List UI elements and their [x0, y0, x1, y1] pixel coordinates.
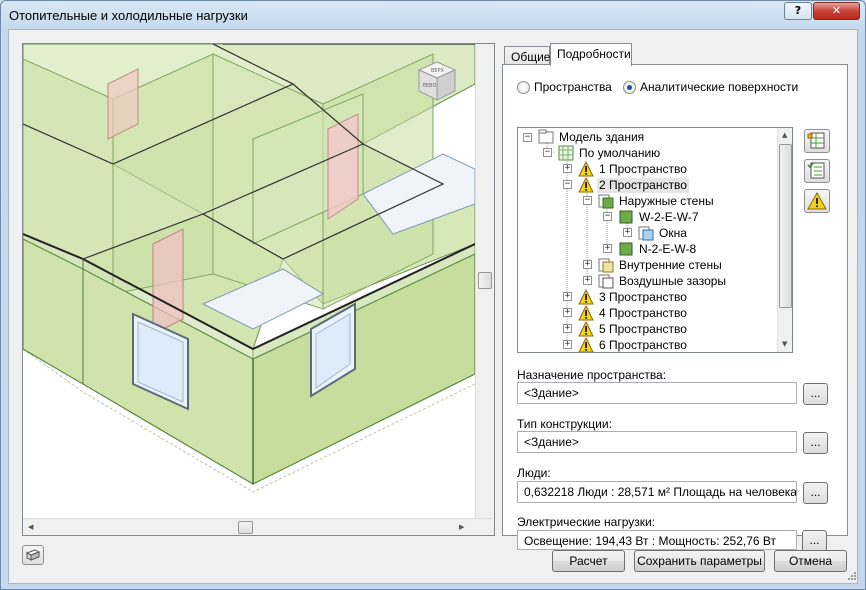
tree-item-wall-w2ew7[interactable]: W-2-E-W-7	[618, 209, 701, 225]
tree-collapse-toggle[interactable]: −	[523, 133, 532, 142]
viewport-vertical-scrollbar[interactable]	[475, 44, 494, 521]
warning-icon	[578, 321, 594, 337]
cancel-button[interactable]: Отмена	[774, 550, 847, 572]
view-cube-side-label: ЛЕВО	[422, 83, 436, 89]
warning-icon	[578, 305, 594, 321]
building-model-image	[23, 44, 475, 518]
space-purpose-field[interactable]: <Здание>	[517, 382, 797, 404]
radio-surfaces-label: Аналитические поверхности	[640, 80, 799, 94]
people-browse-button[interactable]: ...	[803, 482, 828, 504]
tree-collapse-toggle[interactable]: −	[583, 196, 592, 205]
tree-vertical-scrollbar[interactable]: ▲ ▼	[777, 128, 792, 352]
tree-vscroll-thumb[interactable]	[779, 144, 792, 308]
properties-grid-icon	[807, 132, 825, 149]
check-list-button[interactable]	[804, 159, 830, 183]
tree-expand-toggle[interactable]: +	[583, 260, 592, 269]
tree-expand-toggle[interactable]: +	[563, 308, 572, 317]
tab-general[interactable]: Общие	[504, 46, 550, 66]
folder-icon	[538, 129, 554, 144]
construction-type-label: Тип конструкции:	[517, 417, 612, 431]
warning-icon	[578, 177, 594, 193]
radio-surfaces-option[interactable]: Аналитические поверхности	[623, 79, 798, 95]
viewport-hscroll-thumb[interactable]	[238, 521, 253, 534]
save-settings-button[interactable]: Сохранить параметры	[634, 550, 765, 572]
view-mode-button[interactable]	[22, 545, 44, 565]
tree-item-building-model[interactable]: Модель здания	[538, 129, 646, 145]
calculate-button[interactable]: Расчет	[552, 550, 625, 572]
scroll-right-arrow-icon[interactable]: ▶	[459, 523, 464, 531]
tree-expand-toggle[interactable]: +	[583, 276, 592, 285]
help-button[interactable]: ?	[784, 2, 812, 20]
radio-spaces[interactable]	[517, 80, 530, 94]
tree-item-windows[interactable]: Окна	[638, 225, 689, 241]
title-bar[interactable]: Отопительные и холодильные нагрузки ? ✕	[1, 1, 865, 29]
tree-item-space-3[interactable]: 3 Пространство	[578, 289, 689, 305]
checklist-icon	[807, 162, 825, 179]
dialog-client-area: ВЕРХ ЛЕВО ◀ ▶ Общие Подробности Простран…	[8, 29, 858, 584]
view-cube-navigator[interactable]: ВЕРХ ЛЕВО	[415, 60, 459, 104]
warning-icon	[578, 289, 594, 305]
wall-surface-icon	[619, 242, 633, 256]
tree-collapse-toggle[interactable]: −	[563, 180, 572, 189]
tree-item-space-6[interactable]: 6 Пространство	[578, 337, 689, 352]
radio-surfaces[interactable]	[623, 80, 636, 94]
electrical-loads-label: Электрические нагрузки:	[517, 515, 656, 529]
show-warnings-button[interactable]	[804, 189, 830, 213]
tree-expand-toggle[interactable]: +	[563, 340, 572, 349]
tree-item-space-1[interactable]: 1 Пространство	[578, 161, 689, 177]
building-model-tree[interactable]: − Модель здания − По умолчанию + 1 Прост…	[517, 127, 793, 353]
viewport-horizontal-scrollbar[interactable]: ◀ ▶	[23, 518, 494, 535]
details-tab-panel: Пространства Аналитические поверхности −…	[502, 64, 848, 550]
tree-item-space-2[interactable]: 2 Пространство	[578, 177, 689, 193]
warning-icon	[807, 191, 827, 210]
warning-icon	[578, 161, 594, 177]
wall-group-icon	[598, 258, 614, 273]
building-3d-viewport[interactable]: ВЕРХ ЛЕВО ◀ ▶	[22, 43, 495, 536]
3d-box-icon	[25, 549, 41, 561]
electrical-loads-field[interactable]: Освещение: 194,43 Вт : Мощность: 252,76 …	[517, 530, 797, 550]
wall-group-icon	[598, 194, 614, 209]
tree-collapse-toggle[interactable]: −	[603, 212, 612, 221]
radio-spaces-label: Пространства	[534, 80, 612, 94]
tree-expand-toggle[interactable]: +	[563, 292, 572, 301]
construction-type-field[interactable]: <Здание>	[517, 431, 797, 453]
tree-item-space-5[interactable]: 5 Пространство	[578, 321, 689, 337]
grid-layer-icon	[558, 145, 574, 161]
space-purpose-browse-button[interactable]: ...	[803, 383, 828, 405]
air-gap-group-icon	[598, 274, 614, 289]
view-cube-top-label: ВЕРХ	[431, 68, 445, 74]
viewport-vscroll-thumb[interactable]	[478, 272, 492, 289]
tab-details[interactable]: Подробности	[550, 43, 632, 66]
construction-type-browse-button[interactable]: ...	[803, 432, 828, 454]
window-group-icon	[638, 226, 654, 241]
tree-item-space-4[interactable]: 4 Пространство	[578, 305, 689, 321]
tree-item-air-gaps[interactable]: Воздушные зазоры	[598, 273, 728, 289]
tree-expand-toggle[interactable]: +	[603, 244, 612, 253]
scroll-up-arrow-icon[interactable]: ▲	[782, 131, 787, 139]
tree-item-interior-walls[interactable]: Внутренние стены	[598, 257, 724, 273]
tree-expand-toggle[interactable]: +	[563, 164, 572, 173]
tree-expand-toggle[interactable]: +	[623, 228, 632, 237]
close-button[interactable]: ✕	[813, 2, 860, 20]
tree-item-wall-n2ew8[interactable]: N-2-E-W-8	[618, 241, 698, 257]
people-label: Люди:	[517, 466, 551, 480]
electrical-loads-browse-button[interactable]: ...	[802, 530, 827, 552]
people-field[interactable]: 0,632218 Люди : 28,571 м² Площадь на чел…	[517, 481, 797, 503]
tree-item-default[interactable]: По умолчанию	[558, 145, 662, 161]
space-purpose-label: Назначение пространства:	[517, 368, 667, 382]
scroll-down-arrow-icon[interactable]: ▼	[782, 340, 787, 348]
warning-icon	[578, 337, 594, 352]
tree-expand-toggle[interactable]: +	[563, 324, 572, 333]
resize-grip-icon[interactable]	[847, 571, 857, 581]
tree-item-exterior-walls[interactable]: Наружные стены	[598, 193, 716, 209]
edit-properties-button[interactable]	[804, 129, 830, 153]
tree-collapse-toggle[interactable]: −	[543, 148, 552, 157]
wall-surface-icon	[619, 210, 633, 224]
window-title: Отопительные и холодильные нагрузки	[9, 8, 248, 23]
scroll-left-arrow-icon[interactable]: ◀	[28, 523, 33, 531]
dialog-window: Отопительные и холодильные нагрузки ? ✕	[0, 0, 866, 590]
radio-spaces-option[interactable]: Пространства	[517, 79, 612, 95]
